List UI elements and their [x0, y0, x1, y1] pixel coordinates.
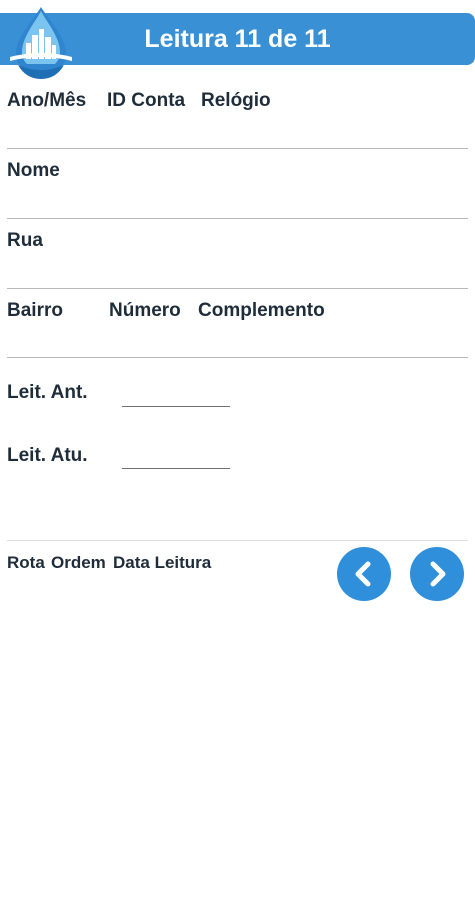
- chevron-left-icon: [355, 561, 371, 587]
- leitura-atual-input[interactable]: [122, 443, 230, 469]
- leitura-anterior-label: Leit. Ant.: [7, 382, 88, 403]
- data-leitura-label: Data Leitura: [113, 553, 212, 572]
- complemento-label: Complemento: [198, 300, 325, 321]
- leitura-anterior-input[interactable]: [122, 381, 230, 407]
- ordem-label: Ordem: [51, 553, 106, 572]
- water-drop-city-logo: [10, 7, 72, 79]
- next-button[interactable]: [410, 547, 464, 601]
- divider: [7, 288, 468, 289]
- previous-button[interactable]: [337, 547, 391, 601]
- leitura-atual-label: Leit. Atu.: [7, 445, 88, 466]
- rota-label: Rota: [7, 553, 45, 572]
- chevron-right-icon: [430, 561, 446, 587]
- ano-mes-label: Ano/Mês: [7, 90, 87, 111]
- numero-label: Número: [109, 300, 181, 321]
- relogio-label: Relógio: [201, 90, 271, 111]
- divider: [7, 357, 468, 358]
- divider: [7, 218, 468, 219]
- divider: [7, 540, 468, 541]
- bairro-label: Bairro: [7, 300, 63, 321]
- id-conta-label: ID Conta: [107, 90, 186, 111]
- divider: [7, 148, 468, 149]
- rua-label: Rua: [7, 230, 43, 251]
- nome-label: Nome: [7, 160, 60, 181]
